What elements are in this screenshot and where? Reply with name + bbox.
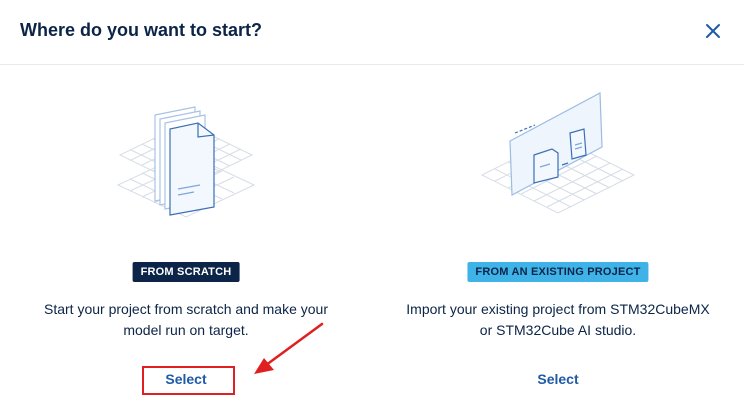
description-line: or STM32Cube AI studio. xyxy=(479,322,637,338)
badge-existing-project: FROM AN EXISTING PROJECT xyxy=(467,262,649,282)
dialog-header: Where do you want to start? xyxy=(0,0,744,65)
annotation-arrow-icon xyxy=(254,322,324,374)
annotation-highlight-box xyxy=(142,366,235,395)
option-card-existing-project: FROM AN EXISTING PROJECT Import your exi… xyxy=(372,85,744,405)
close-button[interactable] xyxy=(700,18,726,44)
import-project-icon xyxy=(480,92,636,214)
blank-document-stack-icon xyxy=(116,106,256,218)
badge-from-scratch: FROM SCRATCH xyxy=(132,262,240,282)
close-icon xyxy=(706,24,720,38)
description-line: Start your project from scratch and make… xyxy=(44,301,328,317)
dialog-title: Where do you want to start? xyxy=(20,20,263,40)
description-line: Import your existing project from STM32C… xyxy=(406,301,710,317)
option-description: Import your existing project from STM32C… xyxy=(397,299,719,341)
select-existing-project-button[interactable]: Select xyxy=(537,371,578,387)
